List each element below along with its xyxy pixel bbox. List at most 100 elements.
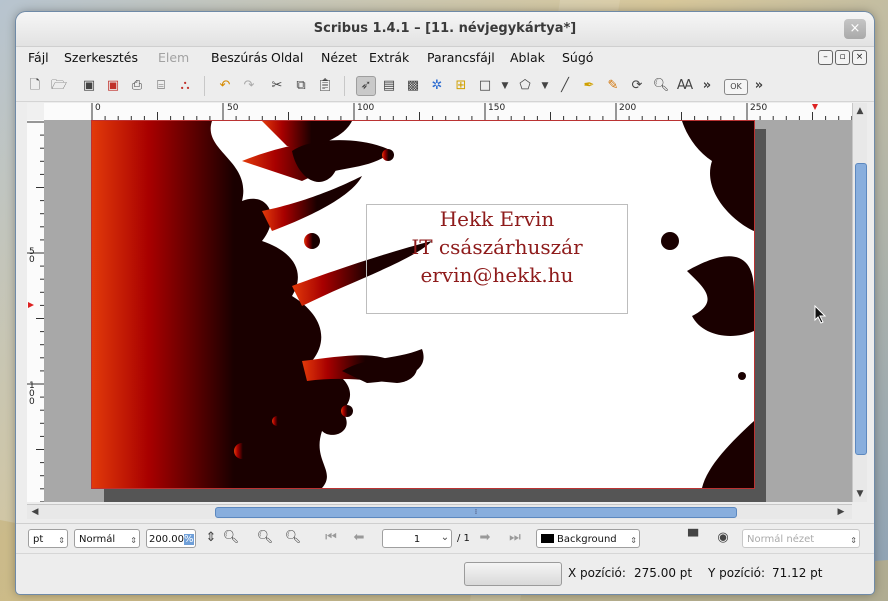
menu-view[interactable]: Nézet xyxy=(321,50,357,65)
bezier-icon[interactable]: ✒ xyxy=(580,77,598,95)
horizontal-scrollbar[interactable]: ◀ ⁞ ▶ xyxy=(27,504,852,519)
toolbar-overflow-icon[interactable]: » xyxy=(698,77,716,95)
vertical-scrollbar[interactable]: ▲ ▼ xyxy=(852,103,867,502)
menu-page[interactable]: Oldal xyxy=(271,50,303,65)
render-frame-icon[interactable]: ✲ xyxy=(428,77,446,95)
main-toolbar: 🗋 🗁 ▣ ▣ ⎙ ⌸ ⛬ ↶ ↷ ✂ ⧉ 📋︎ ➶ ▤ ▩ ✲ ⊞ □ ▼ ⬠… xyxy=(16,71,874,102)
polygon-icon[interactable]: ⬠ xyxy=(516,77,534,95)
menu-help[interactable]: Súgó xyxy=(562,50,593,65)
ruler-label: 200 xyxy=(619,103,637,113)
updown-icon: ⇕ xyxy=(850,536,857,545)
preflight-icon[interactable]: ⌸ xyxy=(152,77,170,95)
y-position-value: 71.12 pt xyxy=(772,566,823,580)
first-page-icon[interactable]: ⏮ xyxy=(322,529,340,547)
page-total: / 1 xyxy=(457,533,470,544)
line-icon[interactable]: ╱ xyxy=(556,77,574,95)
pdf-push-button-icon[interactable]: OK xyxy=(724,79,748,95)
zoom-suffix: % xyxy=(184,534,194,545)
ruler-corner[interactable] xyxy=(27,103,44,120)
scribus-window: Scribus 1.4.1 – [11. névjegykártya*] × F… xyxy=(16,12,874,594)
layer-color-swatch xyxy=(541,534,554,543)
updown-icon: ⇕ xyxy=(58,536,65,545)
zoom-100-icon[interactable]: 🔍︎ xyxy=(256,529,274,547)
vertical-scroll-thumb[interactable] xyxy=(855,163,867,455)
menu-script[interactable]: Parancsfájl xyxy=(427,50,495,65)
x-position-label: X pozíció: xyxy=(568,566,626,580)
ruler-label: 250 xyxy=(750,103,768,113)
vertical-ruler[interactable]: 5 0 1 0 0 xyxy=(27,120,45,502)
ruler-label: 0 xyxy=(95,103,101,113)
menu-insert[interactable]: Beszúrás xyxy=(211,50,268,65)
chevron-down-icon[interactable]: ▼ xyxy=(496,77,514,95)
restore-document-icon[interactable]: ▫ xyxy=(835,50,850,65)
menu-bar: Fájl Szerkesztés Elem Beszúrás Oldal Néz… xyxy=(16,47,874,69)
close-window-button[interactable]: × xyxy=(844,19,866,39)
menu-edit[interactable]: Szerkesztés xyxy=(64,50,138,65)
progress-bar xyxy=(464,562,562,586)
layer-select[interactable]: Background ⇕ xyxy=(536,529,640,548)
pdf-export-icon[interactable]: ⛬ xyxy=(176,77,194,95)
updown-icon: ⇕ xyxy=(130,536,137,545)
print-icon[interactable]: ⎙ xyxy=(128,77,146,95)
menu-file[interactable]: Fájl xyxy=(28,50,49,65)
chevron-down-icon[interactable]: ⌄ xyxy=(436,529,454,547)
image-frame-icon[interactable]: ▩ xyxy=(404,77,422,95)
close-document-icon[interactable]: × xyxy=(852,50,867,65)
document-page[interactable]: Hekk Ervin IT császárhuszár ervin@hekk.h… xyxy=(91,120,755,489)
copy-icon[interactable]: ⧉ xyxy=(292,77,310,95)
table-icon[interactable]: ⊞ xyxy=(452,77,470,95)
shape-icon[interactable]: □ xyxy=(476,77,494,95)
open-icon[interactable]: 🗁 xyxy=(50,77,68,95)
paste-icon[interactable]: 📋︎ xyxy=(316,77,334,95)
preview-icon[interactable]: ▀ xyxy=(684,529,702,547)
redo-icon[interactable]: ↷ xyxy=(240,77,258,95)
chevron-down-icon[interactable]: ▼ xyxy=(536,77,554,95)
zoom-icon[interactable]: 🔍︎ xyxy=(652,77,670,95)
ruler-label: 5 0 xyxy=(29,247,35,265)
edit-contents-icon[interactable]: Ꜳ xyxy=(676,77,694,95)
view-mode-select[interactable]: Normál nézet ⇕ xyxy=(742,529,860,548)
page-current: 1 xyxy=(413,534,421,545)
previous-page-icon[interactable]: ⬅ xyxy=(350,529,368,547)
scroll-right-icon[interactable]: ▶ xyxy=(835,506,847,518)
menu-extras[interactable]: Extrák xyxy=(369,50,409,65)
ruler-label: 50 xyxy=(227,103,239,113)
unit-select[interactable]: pt ⇕ xyxy=(28,529,68,548)
document-canvas[interactable]: Hekk Ervin IT császárhuszár ervin@hekk.h… xyxy=(44,120,852,502)
horizontal-scroll-thumb[interactable]: ⁞ xyxy=(215,507,737,518)
view-mode-value: Normál nézet xyxy=(747,534,815,545)
freehand-icon[interactable]: ✎ xyxy=(604,77,622,95)
scroll-up-icon[interactable]: ▲ xyxy=(854,105,866,117)
zoom-out-icon[interactable]: 🔍︎ xyxy=(222,529,240,547)
next-page-icon[interactable]: ➡ xyxy=(476,529,494,547)
close-file-icon[interactable]: ▣ xyxy=(104,77,122,95)
ruler-label: 100 xyxy=(357,103,375,113)
zoom-spin-icon[interactable]: ⇕ xyxy=(202,529,220,547)
menu-windows[interactable]: Ablak xyxy=(510,50,545,65)
text-frame[interactable]: Hekk Ervin IT császárhuszár ervin@hekk.h… xyxy=(366,204,628,314)
name-text: Hekk Ervin xyxy=(439,207,555,231)
new-document-icon[interactable]: 🗋 xyxy=(26,77,44,95)
toolbar-overflow-icon[interactable]: » xyxy=(750,77,768,95)
rotate-icon[interactable]: ⟳ xyxy=(628,77,646,95)
visual-mode-icon[interactable]: ◉ xyxy=(714,529,732,547)
ruler-label: 150 xyxy=(488,103,506,113)
undo-icon[interactable]: ↶ xyxy=(216,77,234,95)
toolbar-separator xyxy=(204,76,205,96)
last-page-icon[interactable]: ⏭ xyxy=(506,529,524,547)
text-frame-icon[interactable]: ▤ xyxy=(380,77,398,95)
cut-icon[interactable]: ✂ xyxy=(268,77,286,95)
zoom-mode-select[interactable]: Normál ⇕ xyxy=(74,529,140,548)
horizontal-ruler[interactable]: 0 50 100 150 200 250 xyxy=(44,103,852,121)
minimize-document-icon[interactable]: – xyxy=(818,50,833,65)
zoom-input[interactable]: 200.00% xyxy=(146,529,196,548)
select-icon[interactable]: ➶ xyxy=(356,76,376,96)
scroll-left-icon[interactable]: ◀ xyxy=(29,506,41,518)
scroll-down-icon[interactable]: ▼ xyxy=(854,488,866,500)
menu-item[interactable]: Elem xyxy=(158,50,189,65)
layer-name: Background xyxy=(557,534,617,545)
save-icon[interactable]: ▣ xyxy=(80,77,98,95)
zoom-mode-value: Normál xyxy=(79,534,116,545)
y-position-label: Y pozíció: xyxy=(708,566,766,580)
zoom-in-icon[interactable]: 🔍︎ xyxy=(284,529,302,547)
